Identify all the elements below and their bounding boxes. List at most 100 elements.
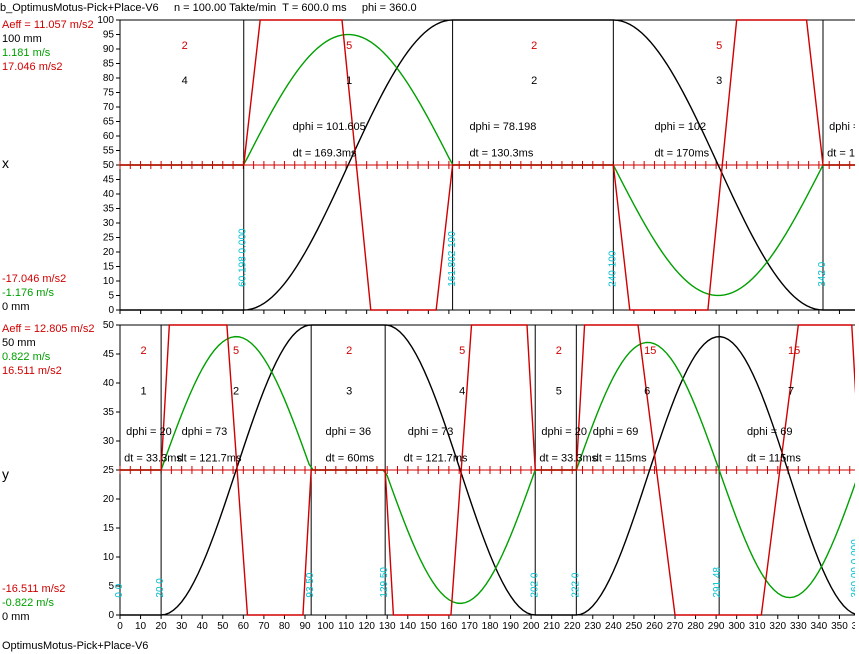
svg-text:40: 40	[103, 378, 115, 389]
svg-text:5: 5	[459, 345, 465, 357]
footer-text: OptimusMotus-Pick+Place-V6	[2, 640, 148, 652]
svg-text:222 0: 222 0	[570, 572, 581, 597]
svg-text:2: 2	[141, 345, 147, 357]
y-vel: 0.822 m/s	[2, 350, 94, 364]
svg-text:dphi = 102: dphi = 102	[654, 121, 706, 133]
x-pos: 100 mm	[2, 32, 94, 46]
svg-text:220: 220	[564, 621, 581, 632]
svg-text:45: 45	[103, 175, 115, 186]
svg-text:170: 170	[461, 621, 478, 632]
x-acc: 17.046 m/s2	[2, 60, 94, 74]
svg-text:dphi = 73: dphi = 73	[408, 426, 454, 438]
svg-text:320: 320	[769, 621, 786, 632]
svg-text:280: 280	[687, 621, 704, 632]
svg-text:360: 360	[852, 621, 855, 632]
svg-text:dphi = 73: dphi = 73	[182, 426, 228, 438]
svg-text:80: 80	[279, 621, 291, 632]
header-phi: phi = 360.0	[362, 2, 417, 14]
svg-text:45: 45	[103, 349, 115, 360]
header-bar: b_OptimusMotus-Pick+Place-V6 n = 100.00 …	[0, 2, 417, 14]
y-pos-neg: 0 mm	[2, 610, 65, 624]
svg-text:1: 1	[141, 386, 147, 398]
svg-text:15: 15	[103, 523, 115, 534]
side-labels-y-top: Aeff = 12.805 m/s2 50 mm 0.822 m/s 16.51…	[2, 322, 94, 378]
svg-text:190: 190	[502, 621, 519, 632]
svg-text:35: 35	[103, 407, 115, 418]
svg-text:3: 3	[716, 75, 722, 87]
svg-text:5: 5	[716, 40, 722, 52]
svg-text:150: 150	[420, 621, 437, 632]
svg-text:50: 50	[217, 621, 229, 632]
svg-text:0: 0	[108, 305, 114, 316]
svg-text:dphi = 20: dphi = 20	[541, 426, 587, 438]
svg-text:2: 2	[182, 40, 188, 52]
svg-text:7: 7	[788, 386, 794, 398]
svg-text:210: 210	[543, 621, 560, 632]
svg-text:342 0: 342 0	[817, 261, 828, 286]
svg-text:0: 0	[117, 621, 123, 632]
svg-text:25: 25	[103, 465, 115, 476]
svg-text:230: 230	[584, 621, 601, 632]
svg-text:30: 30	[103, 218, 115, 229]
svg-text:130: 130	[379, 621, 396, 632]
y-aeff: Aeff = 12.805 m/s2	[2, 322, 94, 336]
svg-text:291.48: 291.48	[712, 567, 723, 598]
svg-text:340: 340	[811, 621, 828, 632]
svg-text:2: 2	[556, 345, 562, 357]
svg-text:10: 10	[135, 621, 147, 632]
svg-text:140: 140	[399, 621, 416, 632]
svg-text:dt = 115ms: dt = 115ms	[593, 452, 647, 464]
svg-text:60.198 0.000: 60.198 0.000	[237, 228, 248, 287]
chart-y: 0510152025303540455001020304050607080901…	[95, 320, 855, 640]
svg-text:dt = 13: dt = 13	[827, 147, 855, 159]
svg-text:dt = 170ms: dt = 170ms	[654, 147, 709, 159]
svg-text:dt = 121.7ms: dt = 121.7ms	[178, 452, 242, 464]
svg-text:129 50: 129 50	[379, 567, 390, 598]
svg-text:240 100: 240 100	[607, 250, 618, 287]
x-aeff: Aeff = 11.057 m/s2	[2, 18, 94, 32]
svg-text:50: 50	[103, 160, 115, 171]
svg-text:100: 100	[97, 15, 114, 26]
svg-text:310: 310	[749, 621, 766, 632]
svg-text:4: 4	[182, 75, 188, 87]
svg-text:85: 85	[103, 59, 115, 70]
svg-text:55: 55	[103, 146, 115, 157]
svg-text:dphi = 69: dphi = 69	[593, 426, 639, 438]
svg-text:5: 5	[233, 345, 239, 357]
svg-text:2: 2	[233, 386, 239, 398]
svg-text:dt = 130.3ms: dt = 130.3ms	[469, 147, 533, 159]
svg-text:dt = 33.3ms: dt = 33.3ms	[124, 452, 182, 464]
svg-text:20: 20	[156, 621, 168, 632]
header-T: T = 600.0 ms	[282, 2, 346, 14]
svg-text:1: 1	[346, 75, 352, 87]
x-pos-neg: 0 mm	[2, 300, 66, 314]
svg-text:30: 30	[176, 621, 188, 632]
svg-text:15: 15	[788, 345, 800, 357]
svg-text:2: 2	[531, 40, 537, 52]
svg-text:10: 10	[103, 552, 115, 563]
svg-text:15: 15	[644, 345, 656, 357]
svg-text:350: 350	[831, 621, 848, 632]
svg-text:dt = 115ms: dt = 115ms	[747, 452, 801, 464]
x-vel: 1.181 m/s	[2, 46, 94, 60]
svg-text:330: 330	[790, 621, 807, 632]
svg-text:dphi = 36: dphi = 36	[326, 426, 372, 438]
svg-text:80: 80	[103, 73, 115, 84]
svg-text:180: 180	[482, 621, 499, 632]
svg-text:270: 270	[667, 621, 684, 632]
svg-text:240: 240	[605, 621, 622, 632]
svg-text:161.802 100: 161.802 100	[447, 231, 458, 287]
svg-text:dt = 60ms: dt = 60ms	[326, 452, 375, 464]
svg-text:260: 260	[646, 621, 663, 632]
side-labels-y-bot: -16.511 m/s2 -0.822 m/s 0 mm	[2, 582, 65, 624]
svg-text:dphi = 20: dphi = 20	[126, 426, 172, 438]
svg-text:95: 95	[103, 30, 115, 41]
svg-text:120: 120	[358, 621, 375, 632]
svg-text:250: 250	[626, 621, 643, 632]
svg-text:360.00 0.000: 360.00 0.000	[850, 539, 855, 598]
svg-text:dt = 33.3ms: dt = 33.3ms	[539, 452, 597, 464]
svg-text:5: 5	[108, 291, 114, 302]
svg-text:2: 2	[346, 345, 352, 357]
svg-text:dt = 121.7ms: dt = 121.7ms	[404, 452, 468, 464]
svg-text:20: 20	[103, 494, 115, 505]
